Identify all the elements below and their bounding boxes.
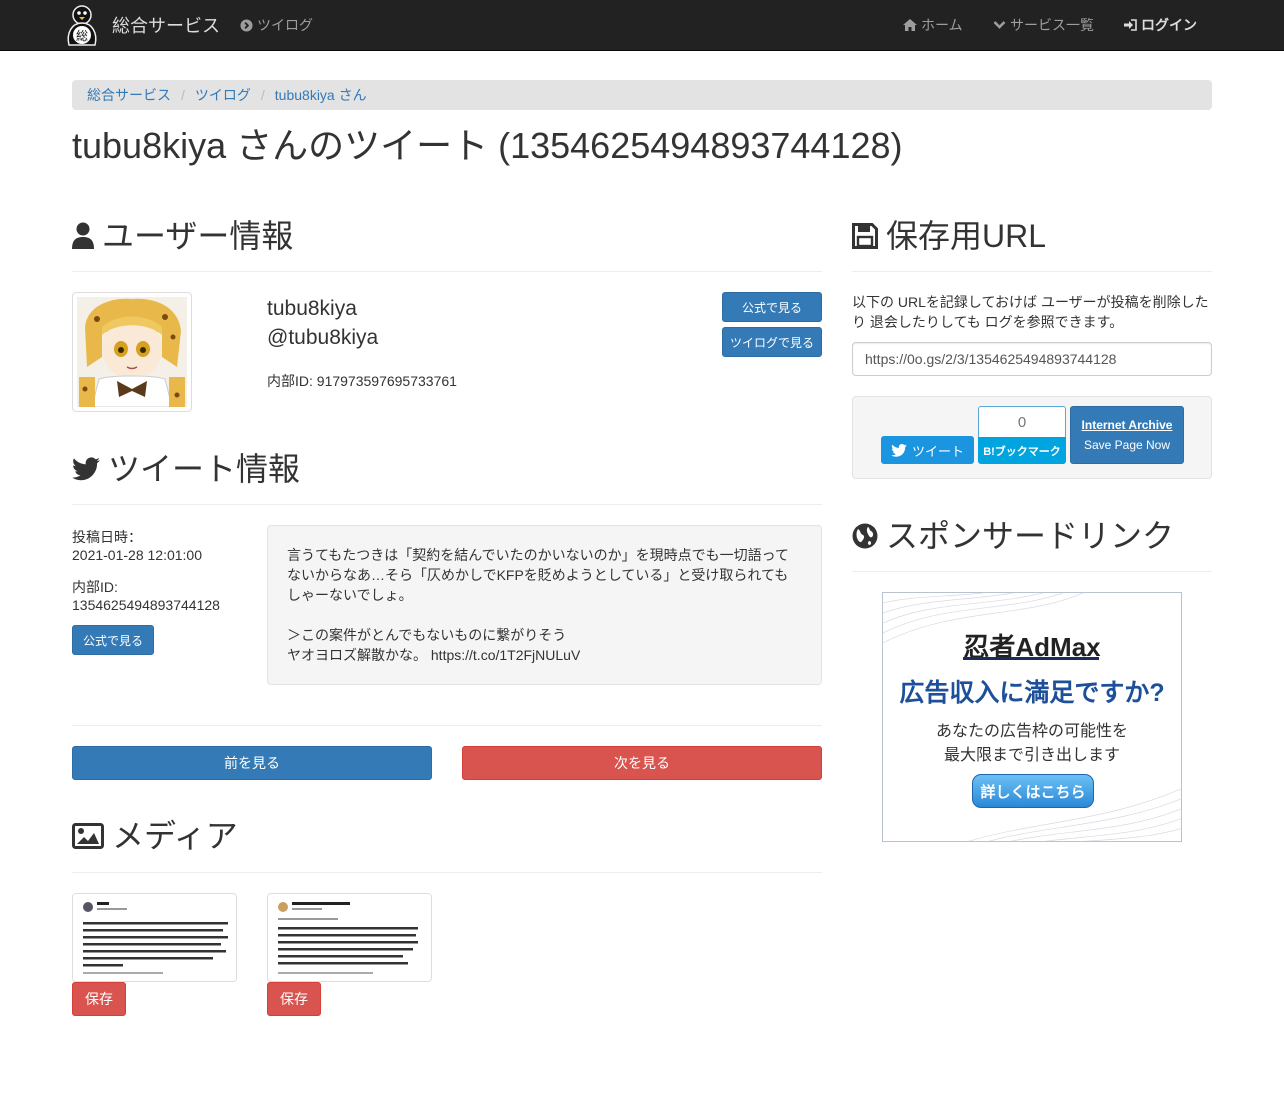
next-tweet-button[interactable]: 次を見る (462, 746, 822, 780)
divider (72, 725, 822, 726)
nav-login-label: ログイン (1141, 17, 1197, 33)
brand-title: 総合サービス (112, 16, 220, 36)
chevron-down-icon (993, 21, 1006, 29)
breadcrumb-item-user[interactable]: tubu8kiya さん (275, 85, 367, 105)
breadcrumb: 総合サービス / ツイログ / tubu8kiya さん (72, 80, 1212, 110)
prev-tweet-button[interactable]: 前を見る (72, 746, 432, 780)
user-official-button[interactable]: 公式で見る (722, 292, 822, 322)
page-title: tubu8kiya さんのツイート (1354625494893744128) (72, 125, 903, 166)
ad-subtext-2: 最大限まで引き出します (943, 747, 1120, 764)
hatena-bookmark-button[interactable]: B!ブックマーク (978, 437, 1066, 464)
user-twilog-button[interactable]: ツイログで見る (722, 327, 822, 357)
user-icon (72, 222, 94, 249)
nav-twilog-label: ツイログ (257, 17, 313, 33)
globe-icon (852, 523, 878, 549)
media-thumbnail-2[interactable] (267, 893, 432, 982)
breadcrumb-separator: / (260, 87, 265, 103)
save-url-heading: 保存用URL (852, 220, 1046, 252)
save-url-field[interactable] (852, 342, 1212, 376)
divider (72, 504, 822, 505)
divider (72, 271, 822, 272)
svg-text:総: 総 (76, 29, 88, 43)
nav-login-link[interactable]: ログイン (1124, 0, 1197, 50)
twitter-bird-icon (72, 457, 100, 481)
internet-archive-subtitle: Save Page Now (1083, 438, 1171, 452)
sponsor-ad-banner[interactable]: 忍者AdMax 広告収入に満足ですか? あなたの広告枠の可能性を 最大限まで引き… (882, 592, 1182, 842)
nav-twilog-link[interactable]: ツイログ (240, 0, 313, 50)
tweet-text-box: 言うてもたつきは「契約を結んでいたのかいないのか」を現時点でも一切語ってないから… (267, 525, 822, 685)
twitter-bird-icon (891, 443, 907, 457)
chevron-circle-right-icon (240, 18, 253, 32)
ad-cta-button[interactable]: 詳しくはこちら (972, 774, 1094, 808)
penguin-logo-icon: 総 (67, 5, 97, 46)
user-internal-id: 内部ID: 917973597695733761 (267, 373, 457, 389)
hatena-count: 0 (978, 406, 1066, 437)
media-heading: メディア (72, 820, 238, 852)
floppy-disk-icon (852, 223, 878, 249)
divider (852, 571, 1212, 572)
user-handle: @tubu8kiya (267, 326, 379, 349)
save-url-description: 以下の URLを記録しておけば ユーザーが投稿を削除したり 退会したりしても ロ… (852, 294, 1209, 330)
tweet-text-blank (287, 605, 802, 625)
nav-services-label: サービス一覧 (1010, 17, 1094, 33)
user-info-heading: ユーザー情報 (72, 220, 293, 252)
tweet-share-label: ツイート (911, 443, 964, 459)
tweet-id-value: 1354625494893744128 (72, 597, 220, 613)
user-info-title: ユーザー情報 (102, 218, 294, 254)
media-save-button-1[interactable]: 保存 (72, 982, 126, 1016)
tweet-info-title: ツイート情報 (108, 451, 301, 487)
ad-headline: 広告収入に満足ですか? (899, 679, 1165, 707)
posted-value: 2021-01-28 12:01:00 (72, 547, 202, 563)
avatar-image (77, 297, 187, 407)
tweet-text-line: 言うてもたつきは「契約を結んでいたのかいないのか」を現時点でも一切語ってないから… (287, 547, 789, 603)
brand-link[interactable]: 総 総合サービス (60, 2, 220, 48)
nav-services-dropdown[interactable]: サービス一覧 (993, 0, 1094, 50)
tweet-id-label: 内部ID: (72, 579, 118, 595)
avatar (72, 292, 192, 412)
tweet-text-line: ヤオヨロズ解散かな。 https://t.co/1T2FjNULuV (287, 647, 581, 663)
divider (852, 271, 1212, 272)
internet-archive-button[interactable]: Internet Archive Save Page Now (1070, 406, 1184, 464)
divider (72, 872, 822, 873)
breadcrumb-item-twilog[interactable]: ツイログ (195, 85, 251, 105)
sponsor-title: スポンサードリンク (886, 518, 1175, 554)
nav-home-link[interactable]: ホーム (903, 0, 963, 50)
media-thumbnail-1[interactable] (72, 893, 237, 982)
media-title: メディア (112, 818, 238, 854)
breadcrumb-item-service[interactable]: 総合サービス (87, 85, 171, 105)
tweet-text-line: ＞この案件がとんでもないものに繋がりそう (287, 627, 567, 643)
user-display-name: tubu8kiya (267, 297, 357, 320)
tweet-info-heading: ツイート情報 (72, 453, 300, 485)
tweet-official-button[interactable]: 公式で見る (72, 625, 154, 655)
save-url-title: 保存用URL (886, 218, 1047, 254)
media-image-2 (268, 894, 431, 981)
image-icon (72, 823, 104, 849)
home-icon (903, 19, 917, 31)
sign-in-icon (1124, 19, 1137, 31)
internet-archive-title: Internet Archive (1081, 418, 1173, 432)
sponsor-heading: スポンサードリンク (852, 520, 1174, 552)
media-image-1 (73, 894, 236, 981)
posted-label: 投稿日時： (72, 529, 142, 545)
media-save-button-2[interactable]: 保存 (267, 982, 321, 1016)
tweet-share-button[interactable]: ツイート (881, 436, 974, 464)
top-navbar: 総 総合サービス ツイログ ホーム サービス一覧 ログイン (0, 0, 1284, 51)
nav-home-label: ホーム (921, 17, 963, 33)
ad-brand-underline (963, 657, 1099, 660)
breadcrumb-separator: / (181, 87, 185, 103)
ad-subtext-1: あなたの広告枠の可能性を (935, 723, 1128, 740)
